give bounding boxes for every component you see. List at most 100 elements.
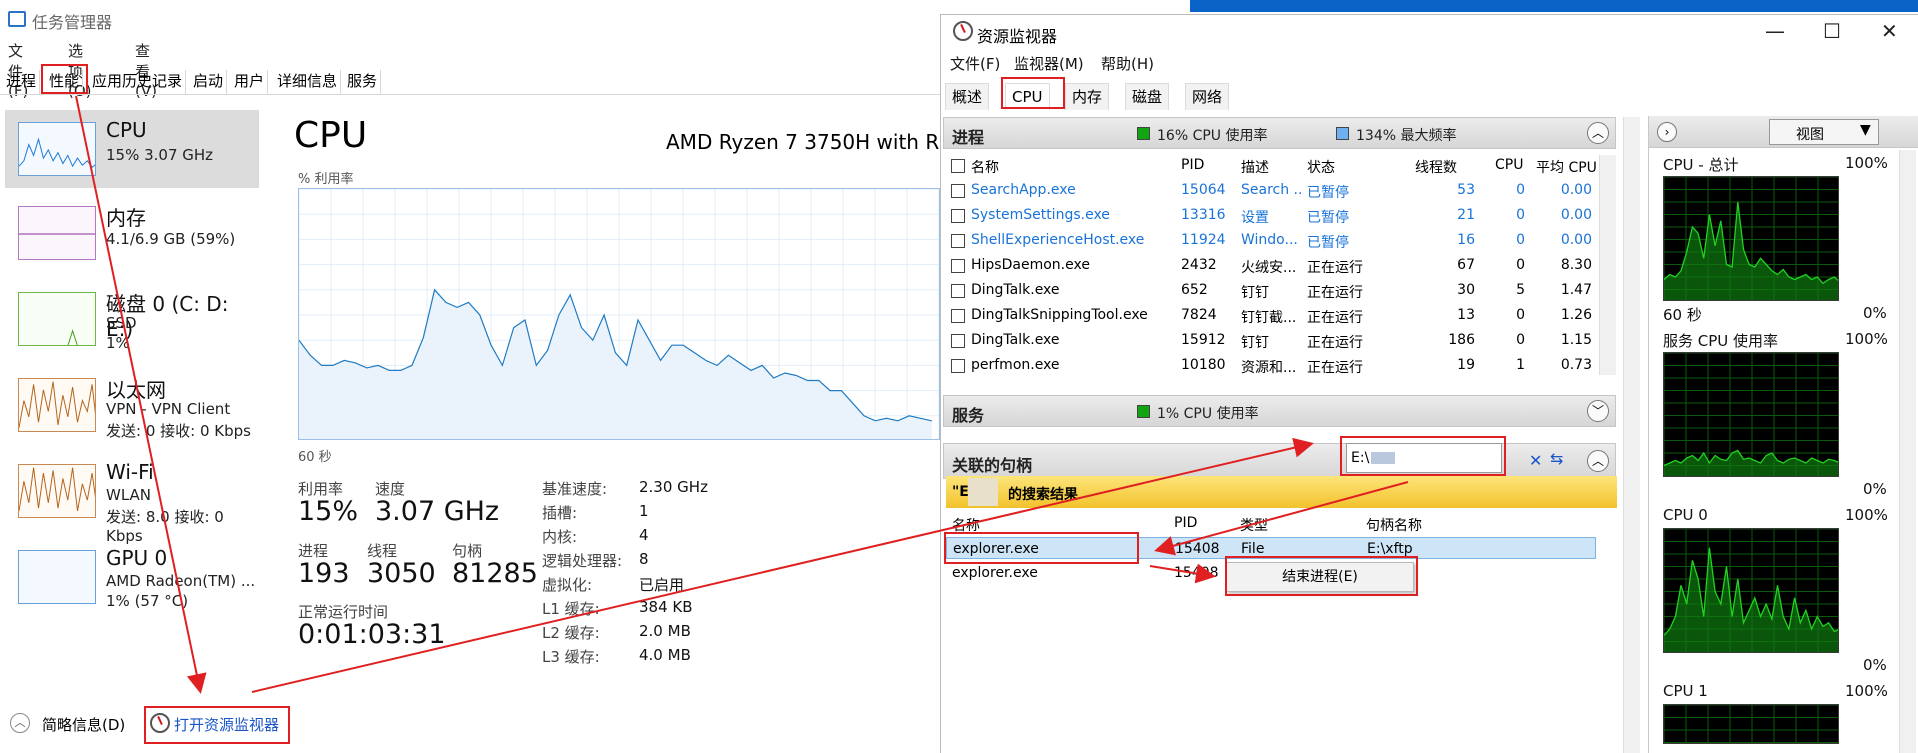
tab-users[interactable]: 用户: [231, 70, 269, 95]
table-row[interactable]: HipsDaemon.exe 2432 火绒安... 正在运行 67 0 8.30: [945, 253, 1599, 278]
spec-value: 1: [639, 502, 649, 520]
table-row[interactable]: perfmon.exe 10180 资源和... 正在运行 19 1 0.73: [945, 353, 1599, 378]
column-header[interactable]: 描述: [1241, 157, 1269, 177]
handles-panel-header[interactable]: 关联的句柄 ✕ ⇆ ︿: [943, 443, 1616, 479]
cell-pid: 10180: [1181, 357, 1226, 373]
column-header[interactable]: 线程数: [1415, 157, 1457, 177]
table-row[interactable]: DingTalkSnippingTool.exe 7824 钉钉截... 正在运行 13…: [945, 303, 1599, 328]
annotation-box-performance-tab: [41, 64, 88, 94]
sidebar-item-memory[interactable]: 内存 4.1/6.9 GB (59%): [5, 194, 259, 272]
rm-menu-monitor[interactable]: 监视器(M): [1014, 53, 1084, 74]
sidebar-item-ethernet[interactable]: 以太网 VPN - VPN Client 发送: 0 接收: 0 Kbps: [5, 366, 259, 444]
refresh-search-icon[interactable]: ⇆: [1550, 449, 1563, 468]
column-header[interactable]: 平均 CPU: [1536, 157, 1597, 177]
cell-name: HipsDaemon.exe: [971, 257, 1090, 273]
close-button[interactable]: ✕: [1881, 19, 1898, 43]
rm-main-scrollbar[interactable]: [1623, 117, 1640, 753]
column-header[interactable]: CPU: [1495, 157, 1523, 173]
chevron-up-icon[interactable]: ︿: [10, 713, 30, 733]
cell-name: SystemSettings.exe: [971, 207, 1110, 223]
chevron-up-icon[interactable]: ︿: [1587, 122, 1609, 144]
rm-tab-disk[interactable]: 磁盘: [1125, 83, 1170, 110]
chevron-up-icon[interactable]: ︿: [1587, 450, 1609, 472]
sidebar-item-gpu[interactable]: GPU 0 AMD Radeon(TM) ... 1% (57 °C): [5, 538, 259, 616]
rm-menu-help[interactable]: 帮助(H): [1101, 53, 1154, 74]
spec-key: 逻辑处理器:: [542, 552, 623, 570]
row-checkbox[interactable]: [951, 334, 965, 348]
tab-details[interactable]: 详细信息: [274, 70, 342, 95]
graph-foot-right: 0%: [1863, 480, 1887, 498]
process-max-frequency: 134% 最大频率: [1356, 128, 1457, 144]
view-dropdown[interactable]: 视图 ▼: [1769, 119, 1879, 145]
table-row[interactable]: DingTalk.exe 15912 钉钉 正在运行 186 0 1.15: [945, 328, 1599, 353]
sparkline: [19, 137, 95, 169]
sidebar-item-detail: WLAN: [106, 486, 152, 504]
sidebar-item-wifi[interactable]: Wi-Fi WLAN 发送: 8.0 接收: 0 Kbps: [5, 452, 259, 545]
table-row[interactable]: ShellExperienceHost.exe 11924 Windo... 已暂停 1…: [945, 228, 1599, 253]
cell-desc: 火绒安...: [1241, 260, 1297, 276]
rm-tab-network[interactable]: 网络: [1185, 83, 1230, 110]
row-checkbox[interactable]: [951, 359, 965, 373]
cell-pid: 11924: [1181, 232, 1226, 248]
tab-processes[interactable]: 进程: [3, 70, 41, 95]
services-panel-header[interactable]: 服务 1% CPU 使用率 ﹀: [943, 395, 1616, 427]
chevron-right-icon[interactable]: ›: [1657, 122, 1677, 142]
sidebar-item-cpu[interactable]: CPU 15% 3.07 GHz: [5, 110, 259, 188]
column-header[interactable]: 名称: [971, 157, 999, 177]
column-header[interactable]: PID: [1174, 515, 1197, 531]
tab-services[interactable]: 服务: [344, 70, 382, 95]
row-checkbox[interactable]: [951, 209, 965, 223]
tab-app-history[interactable]: 应用历史记录: [89, 70, 187, 95]
dropdown-arrow-icon: ▼: [1860, 122, 1871, 138]
row-checkbox[interactable]: [951, 259, 965, 273]
column-header[interactable]: PID: [1181, 157, 1204, 173]
tab-startup[interactable]: 启动: [190, 70, 228, 95]
column-header[interactable]: 句柄名称: [1366, 515, 1422, 535]
sparkline: [37, 329, 78, 345]
spec-key: 虚拟化:: [542, 576, 593, 594]
table-row[interactable]: SystemSettings.exe 13316 设置 已暂停 21 0 0.00: [945, 203, 1599, 228]
handle-type: File: [1241, 541, 1265, 557]
row-checkbox[interactable]: [951, 284, 965, 298]
graph-max-label: 100%: [1845, 682, 1888, 700]
rm-title: 资源监视器: [977, 27, 1058, 46]
cell-cpu: 0: [1516, 182, 1525, 198]
cell-avg: 8.30: [1560, 257, 1592, 273]
table-row[interactable]: SearchApp.exe 15064 Search ... 已暂停 53 0 0.00: [945, 178, 1599, 203]
minimize-button[interactable]: —: [1765, 19, 1785, 43]
spec-value: 2.30 GHz: [639, 478, 708, 496]
graph-0: [1663, 176, 1839, 301]
sidebar-item-detail-2: 发送: 0 接收: 0 Kbps: [106, 422, 251, 440]
row-checkbox[interactable]: [951, 309, 965, 323]
cpu-utilization-graph: [298, 188, 940, 440]
process-table-scrollbar[interactable]: [1599, 155, 1616, 375]
rm-menu-file[interactable]: 文件(F): [950, 53, 1000, 74]
column-header[interactable]: 类型: [1240, 515, 1268, 535]
table-row[interactable]: DingTalk.exe 652 钉钉 正在运行 30 5 1.47: [945, 278, 1599, 303]
graph-svg: [1664, 177, 1838, 300]
chevron-down-icon[interactable]: ﹀: [1587, 400, 1609, 422]
row-checkbox[interactable]: [951, 184, 965, 198]
maximize-button[interactable]: ☐: [1823, 19, 1841, 43]
rm-tab-overview[interactable]: 概述: [945, 83, 990, 110]
sidebar-item-disk[interactable]: 磁盘 0 (C: D: E:) SSD 1%: [5, 280, 259, 358]
handles-table-header: 名称 PID 类型 句柄名称: [946, 512, 1594, 534]
cell-name: perfmon.exe: [971, 357, 1060, 373]
select-all-checkbox[interactable]: [951, 159, 965, 173]
search-result-prefix: "E: [952, 484, 969, 500]
cell-threads: 19: [1457, 357, 1475, 373]
cell-status: 正在运行: [1307, 285, 1363, 301]
less-details-button[interactable]: 简略信息(D): [42, 714, 125, 735]
row-checkbox[interactable]: [951, 234, 965, 248]
cell-status: 正在运行: [1307, 310, 1363, 326]
clear-search-icon[interactable]: ✕: [1529, 451, 1542, 470]
handle-pid: 15408: [1174, 565, 1219, 581]
search-result-suffix: 的搜索结果: [1008, 487, 1078, 503]
processes-panel-header[interactable]: 进程 16% CPU 使用率 134% 最大频率 ︿: [943, 117, 1616, 149]
graph-pane-scrollbar[interactable]: [1899, 150, 1916, 753]
column-header[interactable]: 状态: [1307, 157, 1335, 177]
spec-value: 384 KB: [639, 598, 693, 616]
spec-value: 8: [639, 550, 649, 568]
rm-tab-memory[interactable]: 内存: [1065, 83, 1110, 110]
ethernet-thumbnail: [18, 378, 96, 432]
